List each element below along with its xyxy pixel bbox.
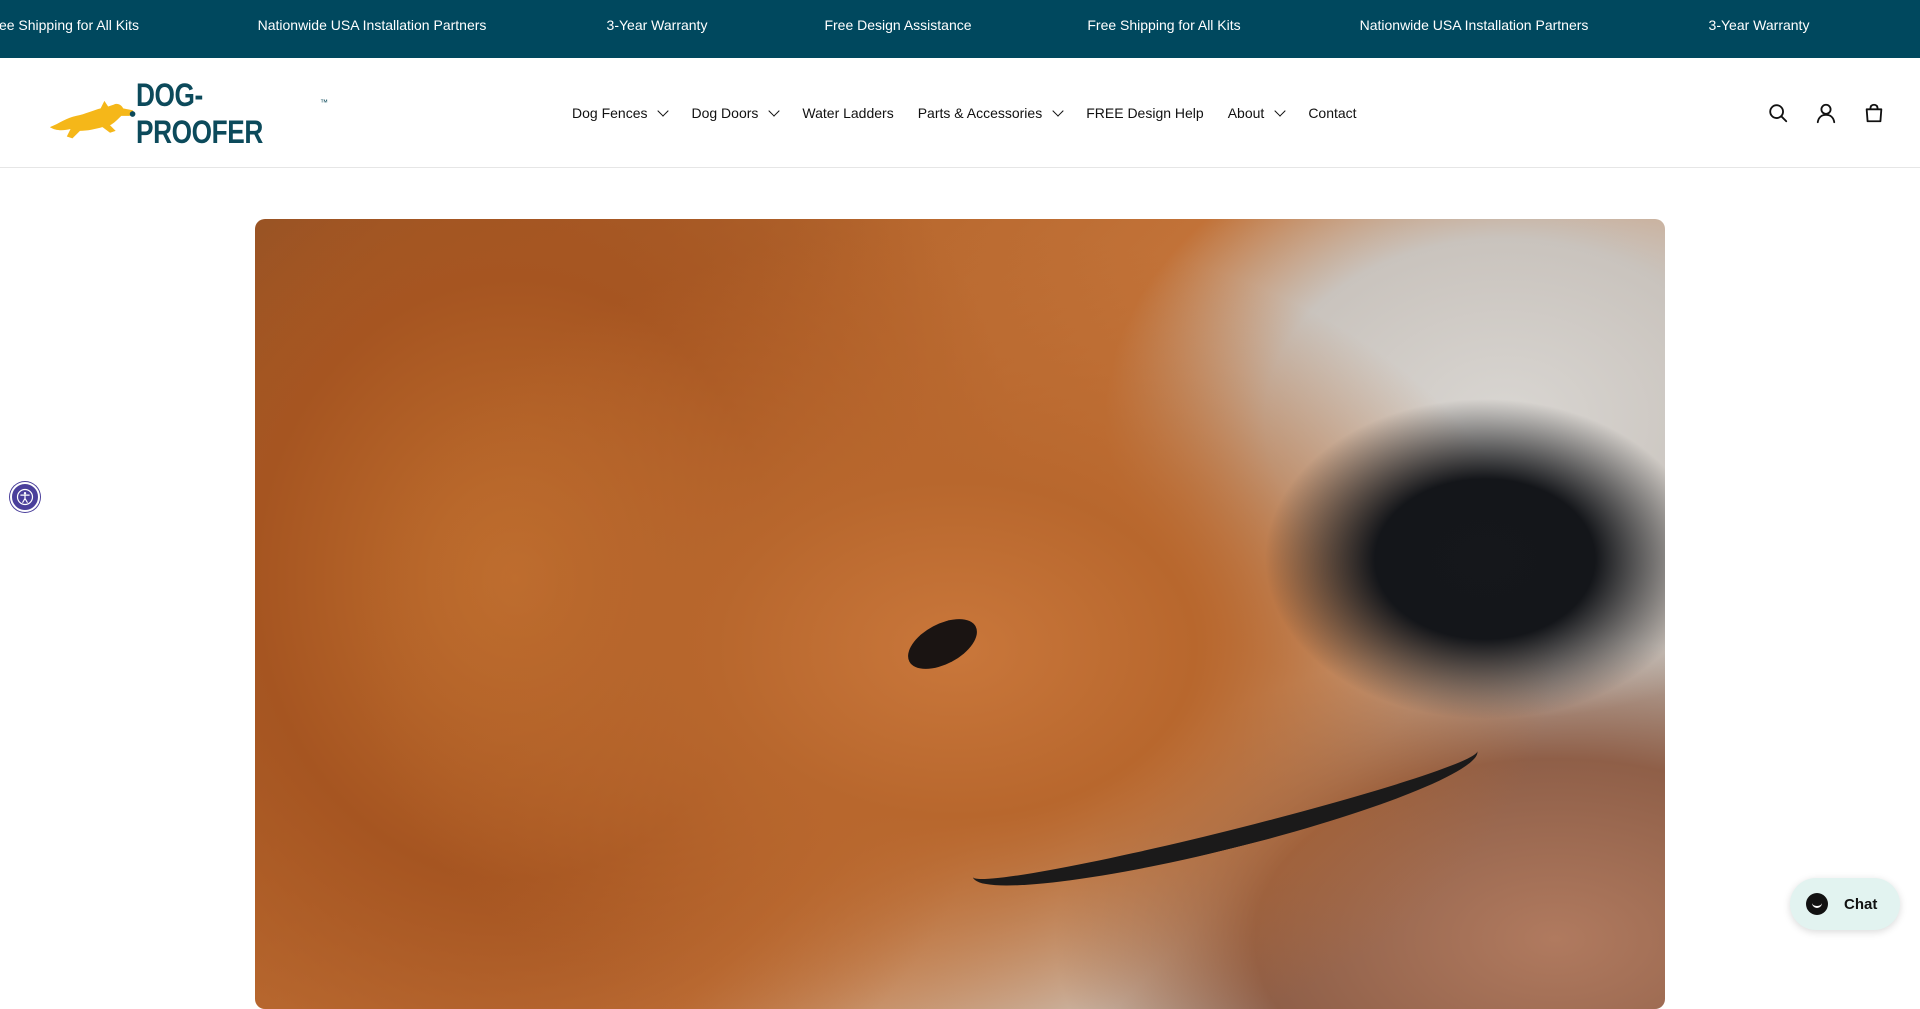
hero-dog-eye: [900, 608, 985, 680]
chat-label: Chat: [1844, 895, 1878, 913]
chevron-down-icon: [657, 105, 670, 117]
nav-item-dog-fences[interactable]: Dog Fences: [572, 105, 670, 121]
announcement-item: 3-Year Warranty: [606, 17, 708, 33]
announcement-item: Nationwide USA Installation Partners: [257, 17, 487, 33]
site-header: DOG-PROOFER ™ Dog Fences Dog Doors Water…: [0, 58, 1920, 168]
announcement-item: ee Shipping for All Kits: [0, 17, 140, 33]
logo-wordmark: DOG-PROOFER: [135, 77, 263, 150]
chat-button[interactable]: Chat: [1790, 878, 1900, 930]
chevron-down-icon: [1052, 105, 1064, 117]
announcement-bar: ee Shipping for All Kits Nationwide USA …: [0, 0, 1920, 58]
account-button[interactable]: [1814, 101, 1838, 125]
nav-item-parts-accessories[interactable]: Parts & Accessories: [917, 105, 1064, 121]
hero-image: [255, 219, 1665, 1009]
nav-item-label: Parts & Accessories: [917, 105, 1043, 121]
hero-dog-mouth: [964, 717, 1486, 911]
chevron-down-icon: [1274, 105, 1286, 117]
nav-item-contact[interactable]: Contact: [1308, 105, 1356, 121]
nav-item-label: Contact: [1308, 105, 1357, 121]
announcement-item: 3-Year Warranty: [1708, 17, 1810, 33]
site-logo[interactable]: DOG-PROOFER ™: [48, 77, 328, 150]
nav-item-about[interactable]: About: [1227, 105, 1286, 121]
announcement-item: Free Shipping for All Kits: [1087, 17, 1241, 33]
nav-item-free-design-help[interactable]: FREE Design Help: [1086, 105, 1204, 121]
search-button[interactable]: [1766, 101, 1790, 125]
nav-item-dog-doors[interactable]: Dog Doors: [691, 105, 781, 121]
announcement-item: Nationwide USA Installation Partners: [1359, 17, 1589, 33]
search-icon: [1769, 104, 1788, 123]
nav-item-label: Dog Fences: [572, 105, 648, 121]
header-icons: [1742, 58, 1886, 168]
nav-item-label: FREE Design Help: [1086, 105, 1204, 121]
chevron-down-icon: [768, 105, 781, 117]
announcement-item: Free Design Assistance: [824, 17, 972, 33]
nav-item-water-ladders[interactable]: Water Ladders: [802, 105, 893, 121]
cart-icon: [1865, 103, 1883, 123]
cart-button[interactable]: [1862, 101, 1886, 125]
accessibility-icon: [16, 488, 34, 506]
accessibility-button[interactable]: [10, 482, 40, 512]
chat-icon: [1806, 893, 1828, 915]
announcement-track: ee Shipping for All Kits Nationwide USA …: [0, 0, 1920, 58]
running-dog-logo-icon: [49, 100, 136, 139]
logo-trademark: ™: [320, 97, 328, 107]
nav-item-label: About: [1227, 105, 1265, 121]
main-navigation: Dog Fences Dog Doors Water Ladders Parts…: [572, 58, 1357, 168]
account-icon: [1816, 103, 1836, 124]
nav-item-label: Water Ladders: [802, 105, 894, 121]
nav-item-label: Dog Doors: [691, 105, 759, 121]
